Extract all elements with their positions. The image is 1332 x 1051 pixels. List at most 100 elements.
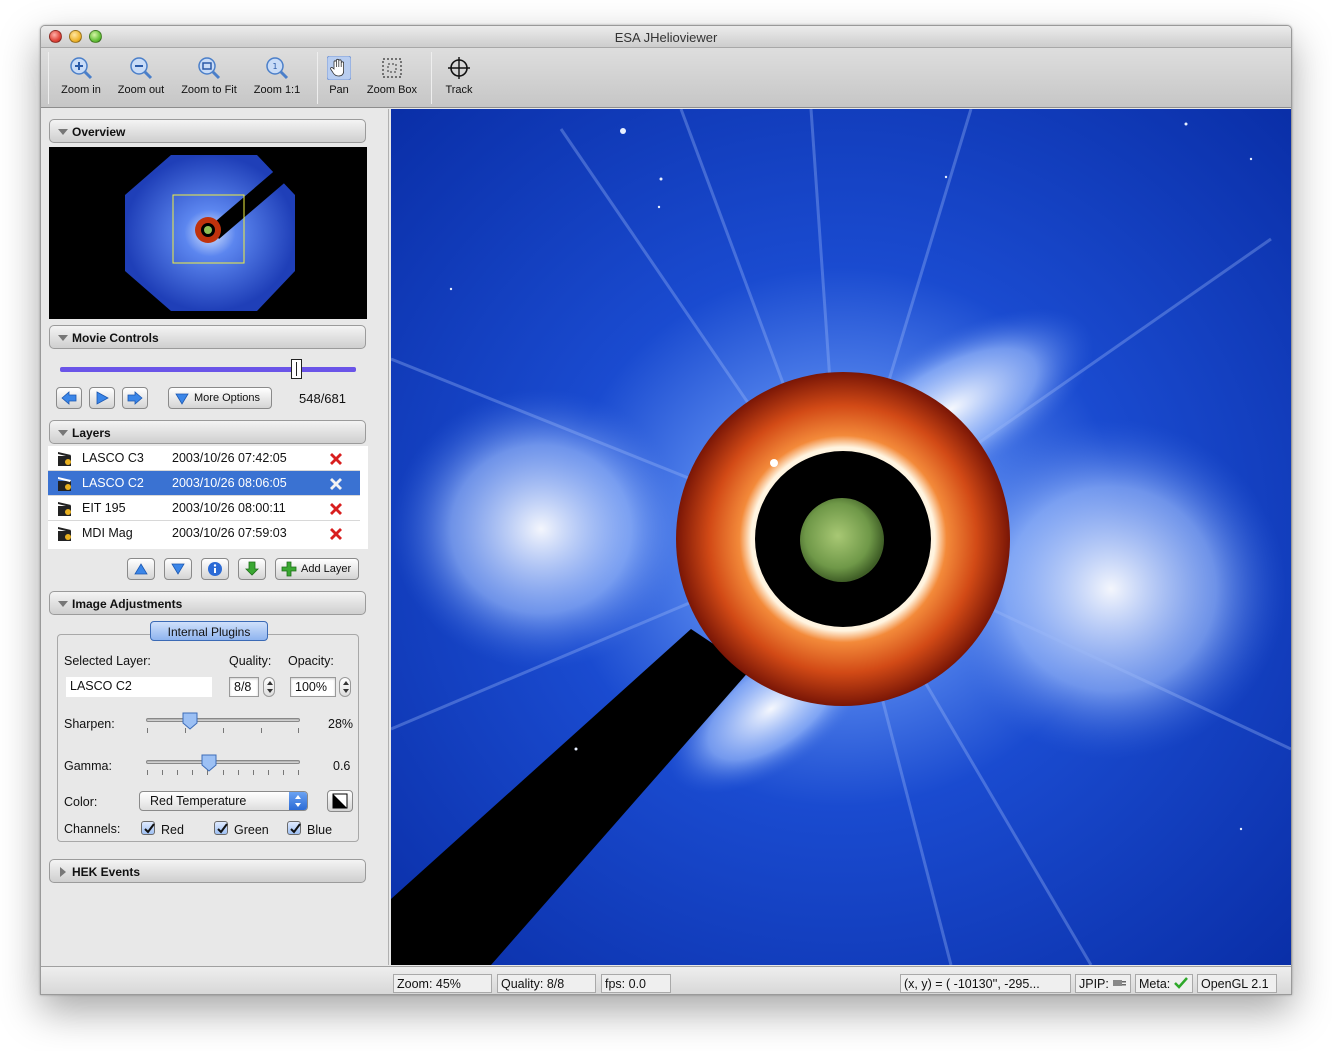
zoom-one-to-one-label: Zoom 1:1 — [253, 84, 301, 96]
zoom-in-button[interactable]: Zoom in — [55, 54, 107, 102]
zoom-in-icon — [70, 57, 93, 80]
svg-text:1: 1 — [272, 62, 277, 71]
layer-info-button[interactable] — [201, 558, 229, 580]
download-icon — [245, 561, 259, 576]
layer-name: LASCO C3 — [82, 451, 144, 465]
add-layer-button[interactable]: Add Layer — [275, 558, 359, 580]
overview-image — [125, 155, 295, 311]
clapperboard-icon — [58, 502, 71, 516]
sharpen-slider-thumb[interactable] — [182, 712, 198, 730]
title-bar: ESA JHelioviewer — [41, 26, 1291, 48]
movie-timeline-slider[interactable] — [60, 367, 356, 372]
zoom-out-label: Zoom out — [117, 84, 165, 96]
arrow-right-icon — [127, 391, 143, 405]
color-table-value: Red Temperature — [150, 794, 247, 808]
image-viewport[interactable] — [391, 109, 1291, 965]
channel-green-checkbox[interactable] — [214, 821, 228, 835]
track-label: Track — [445, 84, 473, 96]
status-fps: fps: 0.0 — [601, 974, 671, 993]
channel-red-checkbox[interactable] — [141, 821, 155, 835]
gamma-slider-thumb[interactable] — [201, 754, 217, 772]
status-zoom: Zoom: 45% — [393, 974, 492, 993]
selected-layer-label: Selected Layer: — [64, 654, 151, 668]
image-adjustments-section-header[interactable]: Image Adjustments — [49, 591, 366, 615]
invert-colors-button[interactable] — [327, 790, 353, 812]
move-layer-up-button[interactable] — [127, 558, 155, 580]
channel-red-label: Red — [161, 823, 184, 837]
color-table-select[interactable]: Red Temperature — [139, 791, 308, 811]
checkmark-icon — [290, 823, 301, 834]
hek-events-section-header[interactable]: HEK Events — [49, 859, 366, 883]
clapperboard-icon — [58, 452, 71, 466]
zoom-one-to-one-button[interactable]: 1 Zoom 1:1 — [249, 54, 305, 102]
overview-thumbnail[interactable] — [49, 147, 367, 319]
quality-field[interactable]: 8/8 — [229, 677, 259, 697]
zoom-fit-button[interactable]: Zoom to Fit — [177, 54, 241, 102]
play-button[interactable] — [89, 387, 115, 409]
sidebar: Overview Movie Controls More Options 548… — [41, 109, 389, 965]
delete-icon[interactable] — [328, 451, 344, 467]
meta-label: Meta: — [1139, 977, 1171, 991]
delete-icon[interactable] — [328, 501, 344, 517]
more-options-button[interactable]: More Options — [168, 387, 272, 409]
layer-row[interactable]: MDI Mag 2003/10/26 07:59:03 — [48, 521, 360, 546]
status-meta: Meta: — [1135, 974, 1193, 993]
zoom-out-icon — [130, 57, 153, 80]
status-jpip: JPIP: — [1075, 974, 1131, 993]
sharpen-label: Sharpen: — [64, 717, 115, 731]
pan-label: Pan — [329, 84, 349, 96]
toolbar-separator — [317, 52, 318, 104]
zoom-box-button[interactable]: Zoom Box — [363, 54, 421, 102]
zoom-fit-icon — [198, 57, 221, 80]
zoom-box-label: Zoom Box — [366, 84, 418, 96]
checkmark-icon — [1173, 977, 1188, 989]
toolbar-separator — [48, 52, 49, 104]
zoom-in-label: Zoom in — [61, 84, 101, 96]
channel-blue-checkbox[interactable] — [287, 821, 301, 835]
clapperboard-icon — [58, 527, 71, 541]
color-label: Color: — [64, 795, 98, 809]
download-layer-button[interactable] — [238, 558, 266, 580]
opacity-stepper[interactable] — [339, 677, 351, 697]
layer-row[interactable]: LASCO C2 2003/10/26 08:06:05 — [48, 471, 360, 496]
add-layer-label: Add Layer — [301, 563, 352, 575]
layers-section-header[interactable]: Layers — [49, 420, 366, 444]
jpip-label: JPIP: — [1079, 977, 1109, 991]
quality-stepper[interactable] — [263, 677, 275, 697]
previous-frame-button[interactable] — [56, 387, 82, 409]
crosshair-icon — [448, 57, 470, 79]
layer-row[interactable]: LASCO C3 2003/10/26 07:42:05 — [48, 446, 360, 471]
play-icon — [96, 391, 109, 405]
triangle-down-icon — [58, 601, 68, 607]
sharpen-slider[interactable] — [146, 718, 300, 722]
checkmark-icon — [144, 823, 155, 834]
channel-green-label: Green — [234, 823, 269, 837]
move-layer-down-button[interactable] — [164, 558, 192, 580]
window-title: ESA JHelioviewer — [614, 30, 718, 45]
arrow-up-icon — [134, 563, 148, 575]
gamma-slider[interactable] — [146, 760, 300, 764]
opacity-field[interactable]: 100% — [290, 677, 336, 697]
delete-icon[interactable] — [328, 476, 344, 492]
delete-icon[interactable] — [328, 526, 344, 542]
invert-icon — [332, 793, 348, 809]
selected-layer-field: LASCO C2 — [66, 677, 212, 697]
zoom-out-button[interactable]: Zoom out — [113, 54, 169, 102]
image-adjustments-title: Image Adjustments — [72, 597, 183, 611]
overview-section-header[interactable]: Overview — [49, 119, 366, 143]
movie-controls-section-header[interactable]: Movie Controls — [49, 325, 366, 349]
clapperboard-icon — [58, 477, 71, 491]
tab-internal-plugins[interactable]: Internal Plugins — [150, 621, 268, 641]
layer-date: 2003/10/26 08:06:05 — [172, 476, 287, 490]
track-button[interactable]: Track — [439, 54, 479, 102]
channels-label: Channels: — [64, 822, 121, 836]
next-frame-button[interactable] — [122, 387, 148, 409]
layer-row[interactable]: EIT 195 2003/10/26 08:00:11 — [48, 496, 360, 521]
frame-counter: 548/681 — [299, 391, 346, 406]
triangle-down-icon — [175, 393, 189, 405]
triangle-right-icon — [60, 867, 66, 877]
toolbar: Zoom in Zoom out Zoom to Fit 1 Zoom 1:1 … — [41, 48, 1291, 108]
hek-events-title: HEK Events — [72, 865, 141, 879]
movie-timeline-thumb[interactable] — [291, 359, 303, 379]
pan-button[interactable]: Pan — [323, 54, 355, 102]
